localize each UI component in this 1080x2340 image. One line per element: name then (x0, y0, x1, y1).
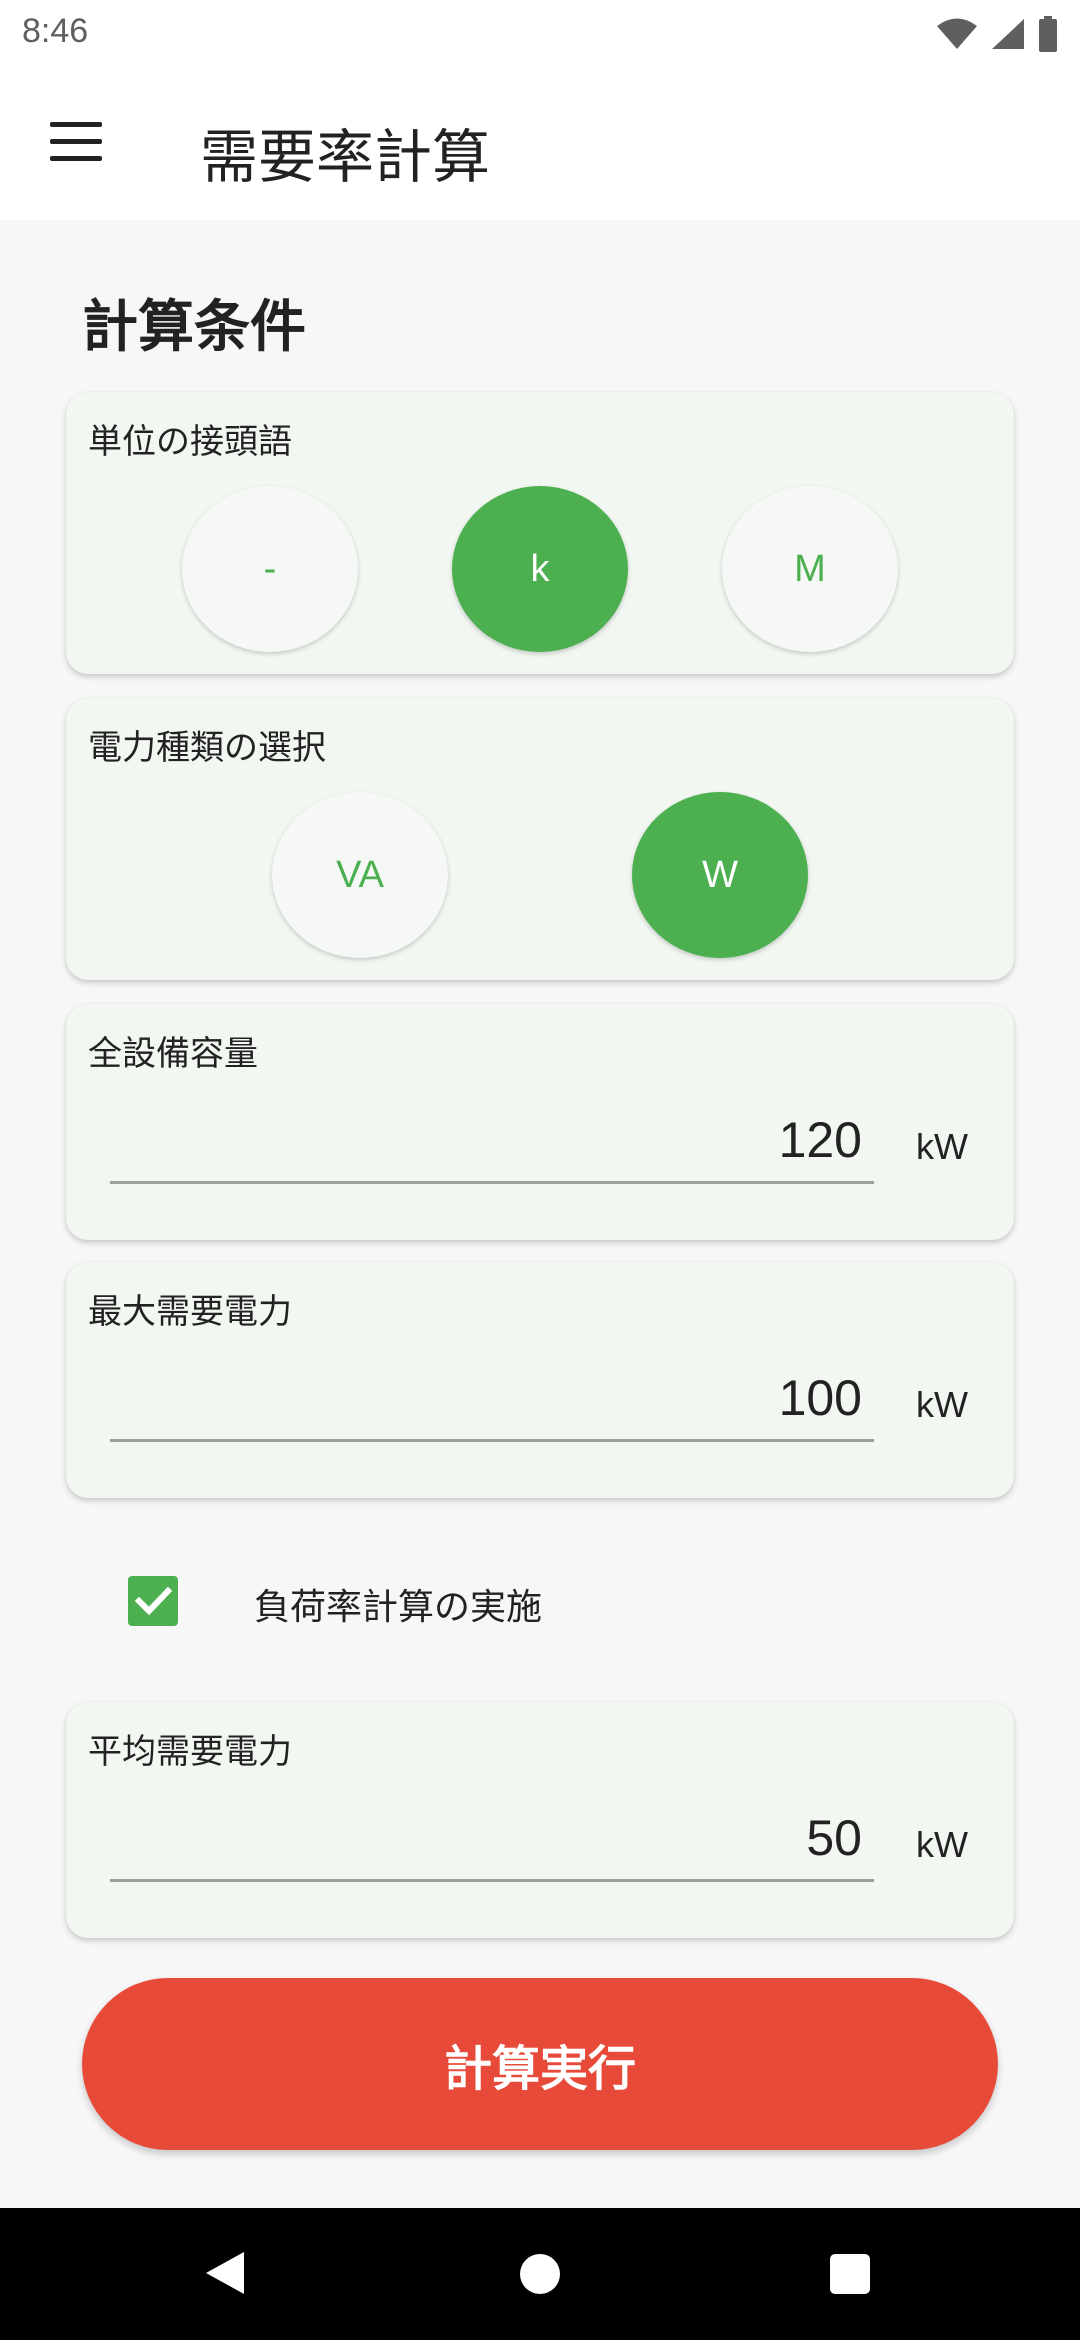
total-capacity-input[interactable]: 120 (110, 1096, 874, 1184)
status-icons (936, 14, 1058, 54)
navigation-bar (0, 2208, 1080, 2340)
avg-demand-input[interactable]: 50 (110, 1794, 874, 1882)
recents-icon[interactable] (830, 2254, 870, 2294)
total-capacity-card: 全設備容量 120 kW (66, 1004, 1014, 1240)
menu-icon[interactable] (50, 122, 102, 162)
prefix-none-button[interactable]: - (182, 486, 358, 652)
avg-demand-card: 平均需要電力 50 kW (66, 1702, 1014, 1938)
execute-button[interactable]: 計算実行 (82, 1978, 998, 2150)
app-bar: 需要率計算 (0, 66, 1080, 220)
status-time: 8:46 (22, 12, 89, 50)
battery-icon (1039, 16, 1057, 52)
power-type-va-button[interactable]: VA (272, 792, 448, 958)
total-capacity-unit: kW (916, 1126, 968, 1167)
page-title: 需要率計算 (200, 123, 491, 191)
prefix-card: 単位の接頭語 - k M (66, 392, 1014, 674)
back-icon[interactable] (204, 2250, 246, 2296)
check-icon (134, 1586, 173, 1616)
status-bar: 8:46 (0, 0, 1080, 66)
power-type-label: 電力種類の選択 (88, 728, 326, 768)
prefix-m-button[interactable]: M (722, 486, 898, 652)
prefix-k-button[interactable]: k (452, 486, 628, 652)
avg-demand-label: 平均需要電力 (88, 1732, 292, 1772)
signal-icon (992, 19, 1024, 49)
max-demand-card: 最大需要電力 100 kW (66, 1262, 1014, 1498)
max-demand-unit: kW (916, 1384, 968, 1425)
max-demand-label: 最大需要電力 (88, 1292, 292, 1332)
power-type-card: 電力種類の選択 VA W (66, 698, 1014, 980)
section-title: 計算条件 (82, 295, 306, 360)
load-factor-checkbox[interactable] (128, 1576, 178, 1626)
prefix-label: 単位の接頭語 (88, 422, 292, 462)
max-demand-input[interactable]: 100 (110, 1354, 874, 1442)
total-capacity-label: 全設備容量 (88, 1034, 258, 1074)
avg-demand-unit: kW (916, 1824, 968, 1865)
wifi-icon (937, 18, 977, 49)
power-type-w-button[interactable]: W (632, 792, 808, 958)
home-icon[interactable] (520, 2254, 560, 2294)
load-factor-label[interactable]: 負荷率計算の実施 (254, 1578, 542, 1630)
